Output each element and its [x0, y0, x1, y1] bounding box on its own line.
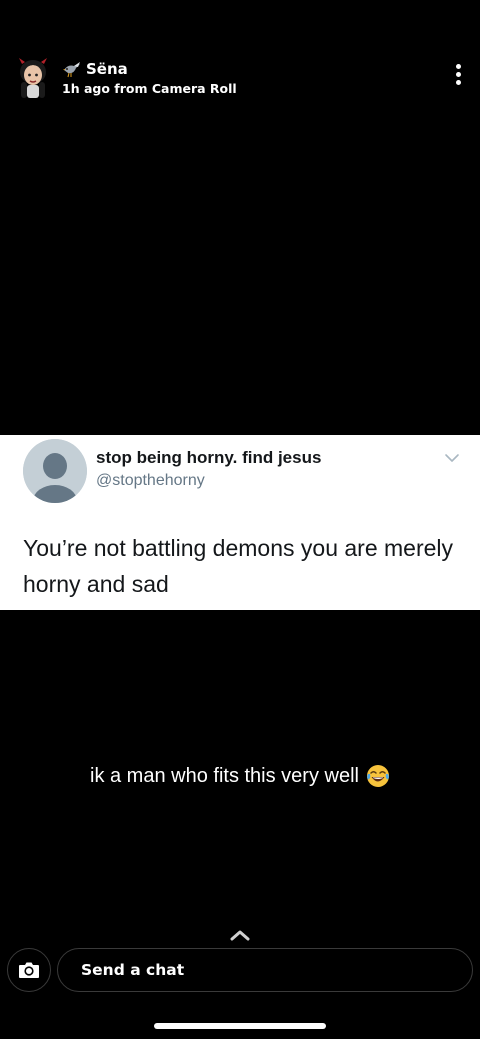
tweet-handle: @stopthehorny [96, 472, 205, 489]
home-indicator[interactable] [154, 1023, 326, 1029]
story-header: Sëna 1h ago from Camera Roll [0, 0, 480, 120]
story-caption: ik a man who fits this very well [0, 764, 480, 788]
bird-icon [63, 62, 80, 78]
tweet-text: You’re not battling demons you are merel… [23, 535, 454, 597]
bitmoji-avatar[interactable] [14, 56, 52, 100]
camera-icon [19, 962, 39, 978]
more-vertical-icon[interactable] [448, 64, 468, 92]
chevron-up-icon[interactable] [229, 928, 251, 942]
story-timestamp: 1h ago from Camera Roll [62, 81, 237, 96]
chat-placeholder: Send a chat [81, 961, 185, 979]
default-profile-avatar [23, 439, 87, 503]
camera-button[interactable] [7, 948, 51, 992]
face-with-tears-of-joy-icon [366, 765, 389, 787]
tweet-display-name: stop being horny. find jesus [96, 448, 322, 467]
story-username: Sëna [86, 60, 128, 78]
send-chat-input[interactable]: Send a chat [57, 948, 473, 992]
story-user-info[interactable]: Sëna 1h ago from Camera Roll [62, 58, 237, 96]
chevron-down-icon [445, 454, 459, 462]
caption-text: ik a man who fits this very well [90, 764, 359, 787]
